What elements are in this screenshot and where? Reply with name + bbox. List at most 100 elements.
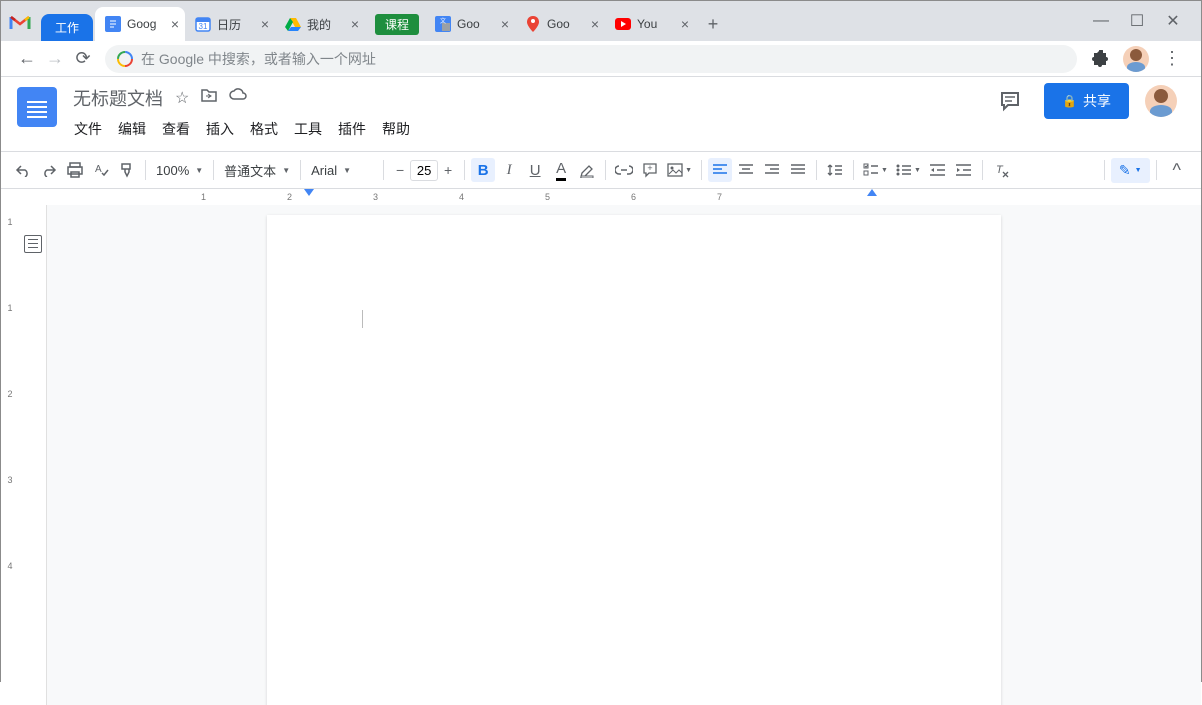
tab-drive[interactable]: 我的 × xyxy=(275,7,365,41)
bold-button[interactable]: B xyxy=(471,158,495,182)
tab-youtube[interactable]: You × xyxy=(605,7,695,41)
align-center-button[interactable] xyxy=(734,158,758,182)
svg-text:T: T xyxy=(996,164,1004,176)
font-size-input[interactable]: 25 xyxy=(410,160,438,181)
add-comment-button[interactable]: + xyxy=(638,158,662,182)
checklist-button[interactable]: ▼ xyxy=(860,158,891,182)
ruler-mark: 3 xyxy=(373,192,459,202)
line-spacing-button[interactable] xyxy=(823,158,847,182)
account-avatar[interactable] xyxy=(1145,85,1177,117)
menu-view[interactable]: 查看 xyxy=(155,115,197,143)
text-color-button[interactable]: A xyxy=(549,158,573,182)
tab-title: 我的 xyxy=(307,16,347,33)
close-window-button[interactable]: ✕ xyxy=(1155,7,1191,35)
maps-icon xyxy=(525,16,541,32)
comments-button[interactable] xyxy=(992,83,1028,119)
paint-format-button[interactable] xyxy=(115,158,139,182)
tab-group-label[interactable]: 工作 xyxy=(41,14,93,41)
menu-tools[interactable]: 工具 xyxy=(287,115,329,143)
forward-button[interactable]: → xyxy=(41,45,69,73)
align-left-button[interactable] xyxy=(708,158,732,182)
address-bar: ← → ⟳ 在 Google 中搜索，或者输入一个网址 ⋮ xyxy=(1,41,1201,77)
highlight-button[interactable] xyxy=(575,158,599,182)
omnibox[interactable]: 在 Google 中搜索，或者输入一个网址 xyxy=(105,45,1077,73)
new-tab-button[interactable]: + xyxy=(699,10,727,38)
insert-image-button[interactable]: ▼ xyxy=(664,158,695,182)
move-icon[interactable] xyxy=(201,88,217,108)
cloud-status-icon[interactable] xyxy=(229,88,247,108)
chevron-down-icon: ▼ xyxy=(282,166,290,175)
italic-button[interactable]: I xyxy=(497,158,521,182)
menu-help[interactable]: 帮助 xyxy=(375,115,417,143)
redo-button[interactable] xyxy=(37,158,61,182)
document-title[interactable]: 无标题文档 xyxy=(67,83,169,113)
share-button[interactable]: 🔒 共享 xyxy=(1044,83,1129,119)
horizontal-ruler[interactable]: 1 2 3 4 5 6 7 xyxy=(1,189,1201,205)
tab-maps[interactable]: Goo × xyxy=(515,7,605,41)
zoom-select[interactable]: 100%▼ xyxy=(152,163,207,178)
menu-edit[interactable]: 编辑 xyxy=(111,115,153,143)
editing-mode-button[interactable]: ✎ ▼ xyxy=(1111,158,1150,183)
decrease-indent-button[interactable] xyxy=(926,158,950,182)
profile-avatar[interactable] xyxy=(1123,46,1149,72)
menu-insert[interactable]: 插入 xyxy=(199,115,241,143)
minimize-button[interactable]: — xyxy=(1083,7,1119,35)
youtube-icon xyxy=(615,16,631,32)
close-icon[interactable]: × xyxy=(501,16,509,32)
menu-format[interactable]: 格式 xyxy=(243,115,285,143)
undo-button[interactable] xyxy=(11,158,35,182)
svg-text:31: 31 xyxy=(199,22,208,31)
close-icon[interactable]: × xyxy=(171,16,179,32)
chevron-down-icon: ▼ xyxy=(881,167,888,174)
document-canvas[interactable] xyxy=(47,205,1201,705)
chevron-down-icon: ▼ xyxy=(1135,167,1142,174)
text-cursor xyxy=(362,310,363,328)
maximize-button[interactable]: ☐ xyxy=(1119,7,1155,35)
style-select[interactable]: 普通文本▼ xyxy=(220,161,294,180)
menu-file[interactable]: 文件 xyxy=(67,115,109,143)
close-icon[interactable]: × xyxy=(681,16,689,32)
close-icon[interactable]: × xyxy=(591,16,599,32)
decrease-font-button[interactable]: − xyxy=(390,160,410,180)
font-select[interactable]: Arial▼ xyxy=(307,163,377,178)
chrome-menu-button[interactable]: ⋮ xyxy=(1155,48,1189,69)
spellcheck-button[interactable]: A xyxy=(89,158,113,182)
menu-addons[interactable]: 插件 xyxy=(331,115,373,143)
outline-toggle-button[interactable] xyxy=(24,235,42,253)
vertical-ruler[interactable]: 1 1 2 3 4 xyxy=(1,205,19,705)
svg-text:A: A xyxy=(95,164,102,175)
tab-title: Goo xyxy=(457,17,497,31)
hide-menus-button[interactable]: ^ xyxy=(1163,156,1191,185)
align-justify-button[interactable] xyxy=(786,158,810,182)
google-icon xyxy=(117,51,133,67)
ruler-mark: 2 xyxy=(1,387,19,473)
font-size-control: − 25 + xyxy=(390,160,458,181)
close-icon[interactable]: × xyxy=(261,16,269,32)
menu-bar: 文件 编辑 查看 插入 格式 工具 插件 帮助 xyxy=(67,115,417,143)
tab-docs[interactable]: Goog × xyxy=(95,7,185,41)
underline-button[interactable]: U xyxy=(523,158,547,182)
indent-right-marker[interactable] xyxy=(867,189,877,196)
close-icon[interactable]: × xyxy=(351,16,359,32)
insert-link-button[interactable] xyxy=(612,158,636,182)
page[interactable] xyxy=(267,215,1001,705)
ruler-mark: 1 xyxy=(1,215,19,301)
docs-logo[interactable] xyxy=(17,87,57,127)
tab-translate[interactable]: 文 Goo × xyxy=(425,7,515,41)
tab-strip: 工作 Goog × 31 日历 × 我的 × 课程 文 Goo × Goo × … xyxy=(1,1,1201,41)
document-area: 1 1 2 3 4 xyxy=(1,205,1201,705)
clear-formatting-button[interactable]: T xyxy=(989,158,1013,182)
tab-classroom[interactable]: 课程 xyxy=(365,7,425,41)
extensions-icon[interactable] xyxy=(1091,49,1111,69)
increase-font-button[interactable]: + xyxy=(438,160,458,180)
star-icon[interactable]: ☆ xyxy=(175,88,189,108)
bulleted-list-button[interactable]: ▼ xyxy=(893,158,924,182)
align-right-button[interactable] xyxy=(760,158,784,182)
tab-calendar[interactable]: 31 日历 × xyxy=(185,7,275,41)
back-button[interactable]: ← xyxy=(13,45,41,73)
print-button[interactable] xyxy=(63,158,87,182)
increase-indent-button[interactable] xyxy=(952,158,976,182)
reload-button[interactable]: ⟳ xyxy=(69,45,97,73)
ruler-mark: 4 xyxy=(459,192,545,202)
docs-header: 无标题文档 ☆ 文件 编辑 查看 插入 格式 工具 插件 帮助 🔒 共享 xyxy=(1,77,1201,143)
